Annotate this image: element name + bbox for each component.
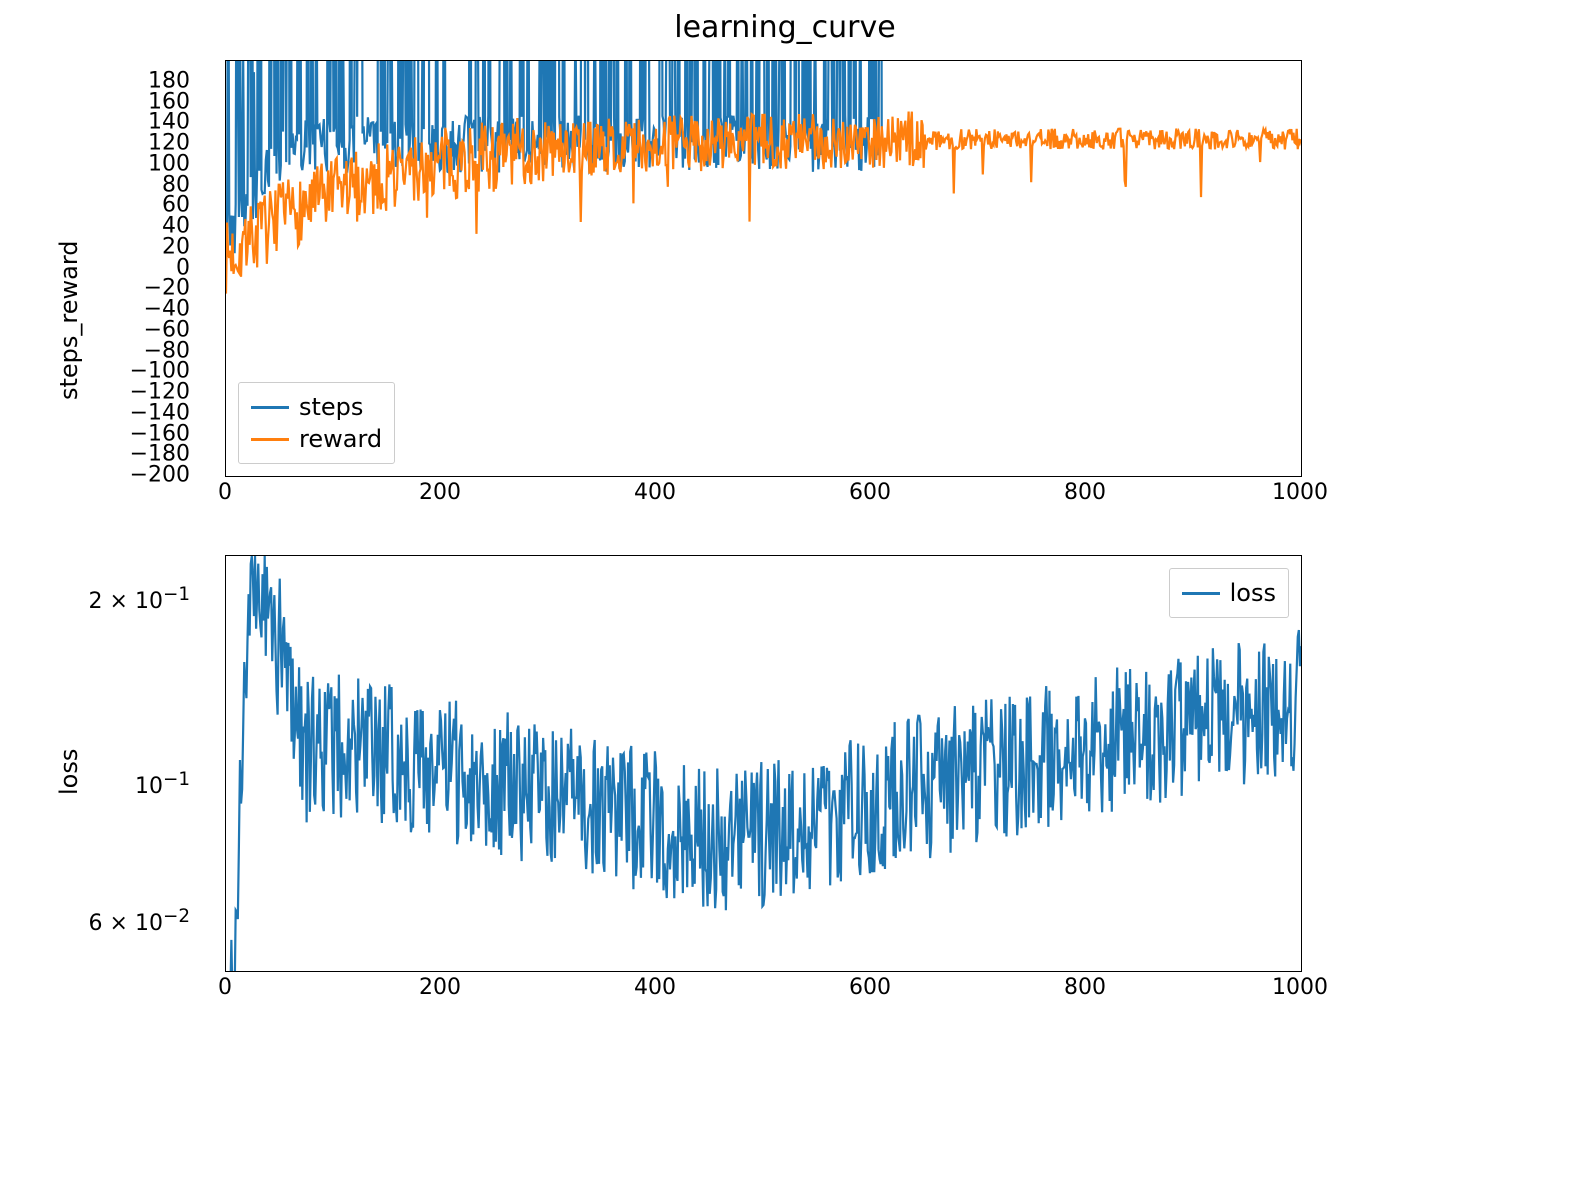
xtick-label: 0 xyxy=(218,975,232,1000)
ax2-xticks: 0 200 400 600 800 1000 xyxy=(225,975,1300,1005)
legend-swatch-reward xyxy=(251,438,289,441)
legend-label: steps xyxy=(299,393,363,421)
ax1-legend: steps reward xyxy=(238,382,395,464)
legend-item-reward: reward xyxy=(251,423,382,455)
legend-swatch-steps xyxy=(251,406,289,409)
xtick-label: 800 xyxy=(1064,480,1106,505)
xtick-label: 800 xyxy=(1064,975,1106,1000)
ytick-label: 2 × 10−1 xyxy=(89,584,190,614)
xtick-label: 200 xyxy=(419,480,461,505)
legend-label: reward xyxy=(299,425,382,453)
ytick-label: 6 × 10−2 xyxy=(89,906,190,936)
legend-label: loss xyxy=(1230,579,1276,607)
ax2-yticks: 2 × 10−1 10−1 6 × 10−2 xyxy=(0,555,200,970)
xtick-label: 600 xyxy=(849,975,891,1000)
ytick-label: 180 xyxy=(148,68,190,93)
ax2-svg xyxy=(226,556,1301,971)
ax1-yticks: −200 −180 −160 −140 −120 −100 −80 −60 −4… xyxy=(0,60,200,475)
figure-title: learning_curve xyxy=(0,10,1570,45)
ax1-xticks: 0 200 400 600 800 1000 xyxy=(225,480,1300,510)
xtick-label: 400 xyxy=(634,480,676,505)
xtick-label: 200 xyxy=(419,975,461,1000)
ax1-plot-area: steps reward xyxy=(225,60,1302,477)
series-loss-line xyxy=(226,556,1301,971)
xtick-label: 0 xyxy=(218,480,232,505)
ax2-legend: loss xyxy=(1169,568,1289,618)
ytick-label: 10−1 xyxy=(135,769,190,799)
legend-item-steps: steps xyxy=(251,391,382,423)
ax2-plot-area: loss xyxy=(225,555,1302,972)
xtick-label: 1000 xyxy=(1272,975,1328,1000)
xtick-label: 1000 xyxy=(1272,480,1328,505)
figure: learning_curve steps_reward −200 −180 −1… xyxy=(0,0,1570,1185)
xtick-label: 600 xyxy=(849,480,891,505)
legend-swatch-loss xyxy=(1182,592,1220,595)
xtick-label: 400 xyxy=(634,975,676,1000)
legend-item-loss: loss xyxy=(1182,577,1276,609)
